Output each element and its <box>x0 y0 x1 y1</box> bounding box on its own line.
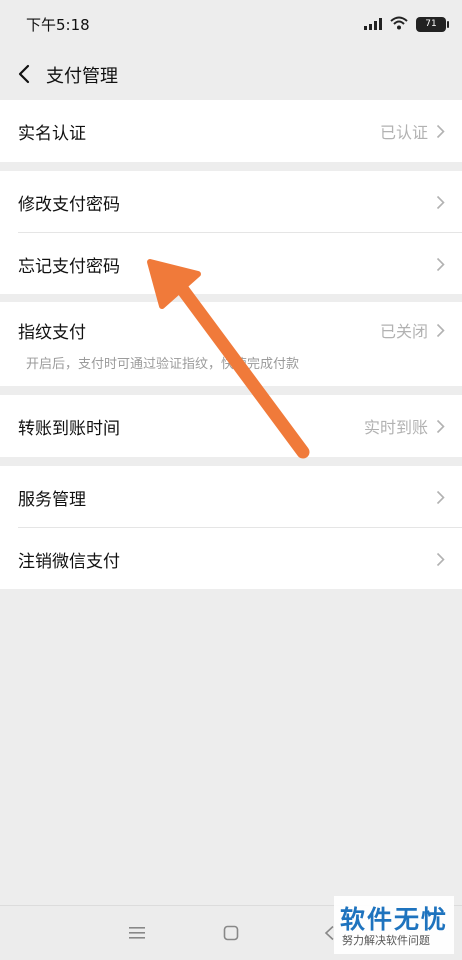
row-label: 注销微信支付 <box>18 551 120 572</box>
home-icon[interactable] <box>220 922 242 944</box>
chevron-right-icon <box>434 122 446 140</box>
watermark-title: 软件无忧 <box>340 905 449 934</box>
list-item-transfer-time[interactable]: 转账到账时间 实时到账 <box>0 395 462 457</box>
menu-icon[interactable] <box>126 922 148 944</box>
chevron-right-icon <box>434 417 446 435</box>
battery-icon: 71 <box>416 16 449 32</box>
row-label: 指纹支付 <box>18 322 86 343</box>
status-bar: 下午5:18 71 <box>0 0 462 50</box>
row-value: 实时到账 <box>363 418 428 437</box>
list-item-fingerprint-pay[interactable]: 指纹支付 已关闭 <box>0 302 462 358</box>
chevron-right-icon <box>434 488 446 506</box>
chevron-right-icon <box>434 193 446 211</box>
row-label: 修改支付密码 <box>18 194 120 215</box>
list-item-forgot-password[interactable]: 忘记支付密码 <box>0 233 462 295</box>
list-item-real-name[interactable]: 实名认证 已认证 <box>0 100 462 162</box>
page-title: 支付管理 <box>46 66 118 87</box>
list-item-change-password[interactable]: 修改支付密码 <box>0 171 462 233</box>
status-icons: 71 <box>364 14 449 34</box>
row-value: 已关闭 <box>379 322 428 341</box>
row-label: 转账到账时间 <box>18 418 120 439</box>
row-label: 实名认证 <box>18 123 86 144</box>
fingerprint-description: 开启后，支付时可通过验证指纹，快速完成付款 <box>26 357 300 372</box>
chevron-right-icon <box>434 321 446 339</box>
wifi-icon <box>390 15 408 34</box>
row-label: 忘记支付密码 <box>18 256 120 277</box>
group-service: 服务管理 注销微信支付 <box>0 466 462 589</box>
group-transfer: 转账到账时间 实时到账 <box>0 395 462 457</box>
group-password: 修改支付密码 忘记支付密码 <box>0 171 462 294</box>
chevron-left-icon <box>18 64 30 84</box>
status-time: 下午5:18 <box>26 16 90 34</box>
watermark-subtitle: 努力解决软件问题 <box>342 934 430 947</box>
group-verification: 实名认证 已认证 <box>0 100 462 162</box>
watermark: 软件无忧 努力解决软件问题 <box>334 896 454 954</box>
signal-icon <box>364 15 382 34</box>
group-fingerprint: 指纹支付 已关闭 开启后，支付时可通过验证指纹，快速完成付款 <box>0 302 462 386</box>
chevron-right-icon <box>434 255 446 273</box>
row-value: 已认证 <box>379 123 428 142</box>
chevron-right-icon <box>434 550 446 568</box>
row-label: 服务管理 <box>18 489 86 510</box>
list-item-service-management[interactable]: 服务管理 <box>0 466 462 528</box>
back-button[interactable] <box>10 60 38 88</box>
list-item-cancel-wechat-pay[interactable]: 注销微信支付 <box>0 528 462 590</box>
nav-bar: 支付管理 <box>0 50 462 98</box>
